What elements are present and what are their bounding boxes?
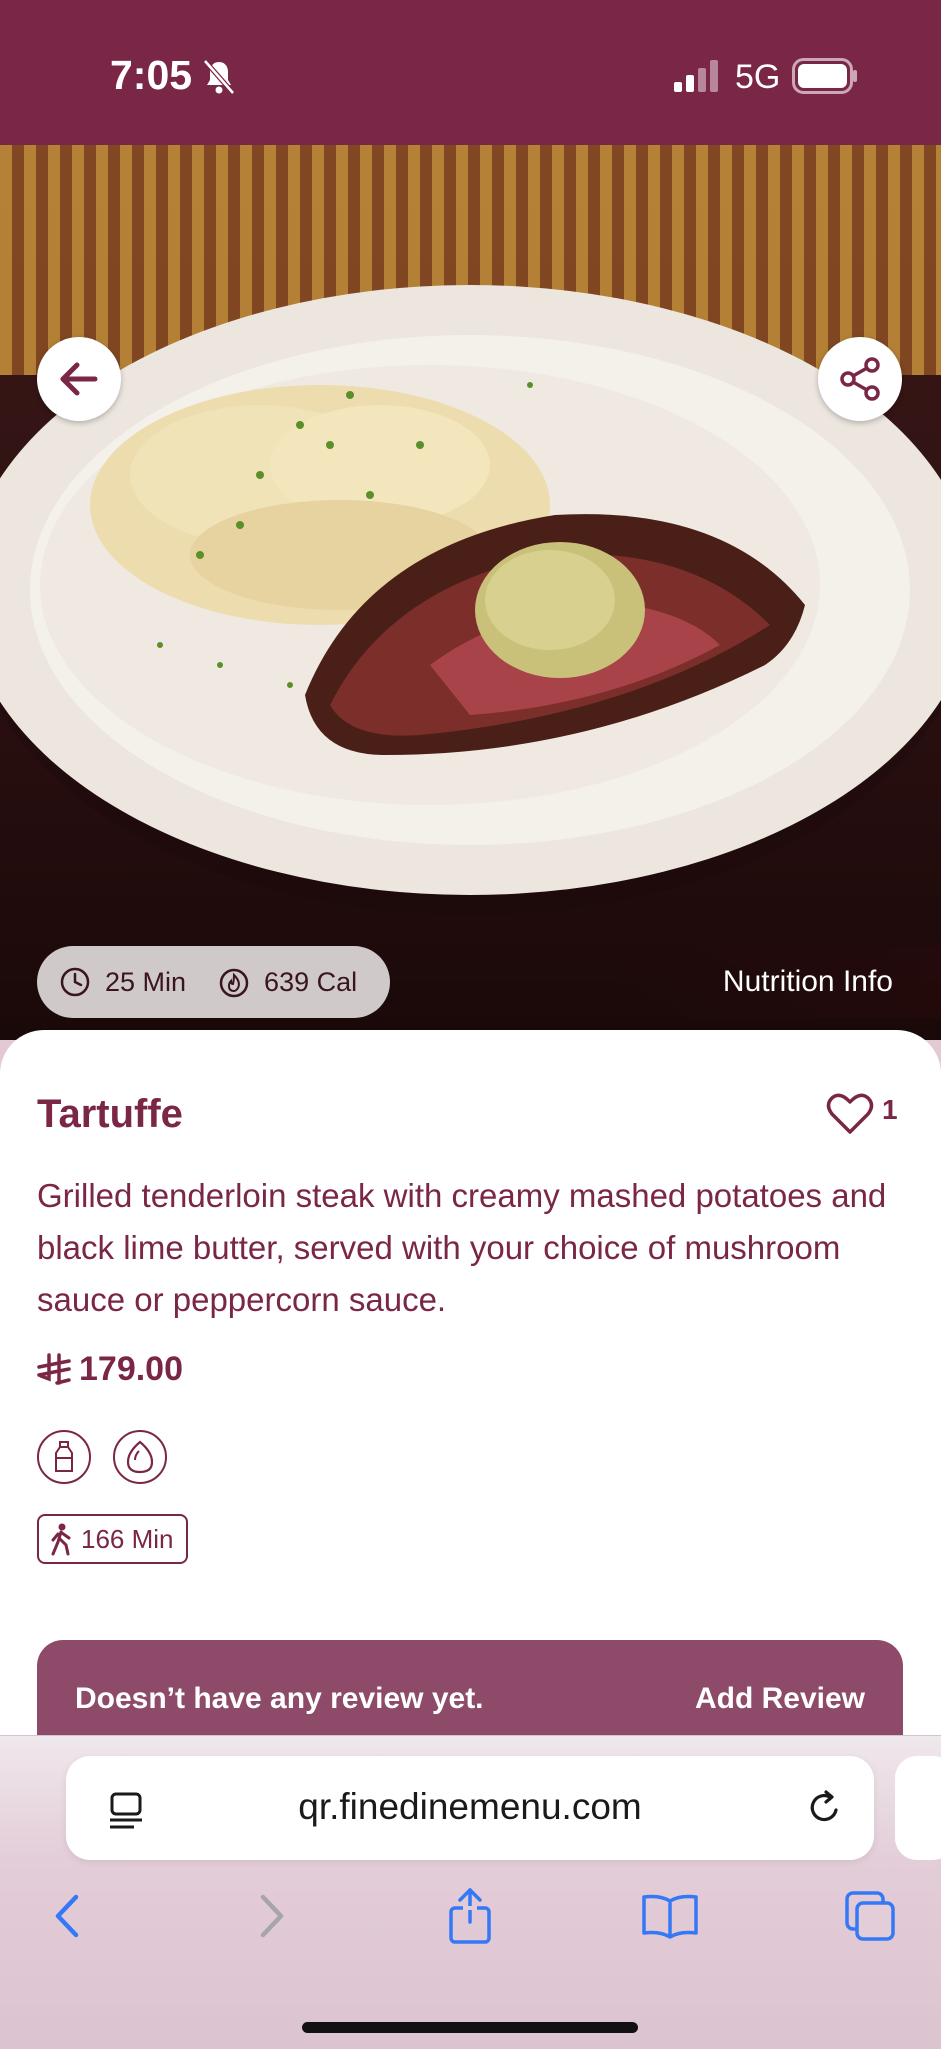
like-count: 1 — [882, 1094, 898, 1125]
walk-time-badge: 166 Min — [37, 1514, 188, 1564]
bookmarks-icon — [642, 1894, 698, 1939]
share-button[interactable] — [818, 337, 902, 421]
allergen-egg[interactable] — [113, 1430, 167, 1484]
next-tab-preview[interactable] — [895, 1756, 941, 1860]
back-icon — [55, 1894, 79, 1938]
add-review-button[interactable]: Add Review — [695, 1682, 865, 1716]
walk-time-label: 166 Min — [81, 1523, 174, 1554]
battery-icon — [792, 58, 857, 94]
dish-photo — [0, 145, 941, 1040]
milk-icon — [55, 1441, 73, 1472]
browser-back-button[interactable] — [38, 1886, 98, 1946]
nutrition-info-link[interactable]: Nutrition Info — [620, 946, 941, 1018]
share-icon — [840, 357, 880, 401]
clock-icon — [60, 967, 90, 997]
signal-icon — [674, 60, 718, 92]
dish-price: 179.00 — [37, 1350, 183, 1389]
back-arrow-icon — [60, 362, 98, 396]
reviews-banner: Doesn’t have any review yet. Add Review — [37, 1640, 903, 1740]
address-bar[interactable]: qr.finedinemenu.com — [66, 1756, 874, 1860]
bell-slash-icon — [203, 59, 235, 95]
back-button[interactable] — [37, 337, 121, 421]
home-indicator — [302, 2022, 638, 2033]
status-time: 7:05 — [110, 52, 193, 98]
browser-toolbar: qr.finedinemenu.com — [0, 1735, 941, 2049]
flame-icon — [219, 968, 249, 998]
heart-icon[interactable] — [826, 1092, 874, 1136]
dish-illustration — [0, 285, 941, 915]
prep-time-label: 25 Min — [105, 966, 187, 997]
dish-meta-chips: 25 Min 639 Cal — [37, 946, 390, 1018]
browser-tabs-button[interactable] — [840, 1886, 900, 1946]
status-bar: 7:05 5G — [0, 0, 941, 145]
calories-label: 639 Cal — [264, 966, 358, 997]
url-text: qr.finedinemenu.com — [298, 1786, 642, 1827]
no-reviews-text: Doesn’t have any review yet. — [75, 1682, 484, 1715]
tabs-icon — [845, 1891, 895, 1941]
egg-icon — [126, 1440, 154, 1474]
forward-icon — [260, 1894, 284, 1938]
price-value: 179.00 — [79, 1350, 183, 1388]
share-icon — [449, 1888, 491, 1944]
browser-forward-button[interactable] — [241, 1886, 301, 1946]
dish-title: Tartuffe — [37, 1092, 183, 1136]
saudi-riyal-icon — [37, 1352, 71, 1385]
dish-details-card: Tartuffe 1 Grilled tenderloin steak with… — [0, 1030, 941, 1740]
calories-chip: 639 Cal — [218, 966, 357, 998]
walking-person-icon — [51, 1523, 71, 1556]
reload-icon[interactable] — [804, 1788, 844, 1828]
prep-time-chip: 25 Min — [59, 966, 186, 998]
allergen-milk[interactable] — [37, 1430, 91, 1484]
browser-share-button[interactable] — [440, 1886, 500, 1946]
dish-description: Grilled tenderloin steak with creamy mas… — [37, 1177, 887, 1318]
network-type: 5G — [735, 58, 781, 96]
browser-bookmarks-button[interactable] — [640, 1886, 700, 1946]
